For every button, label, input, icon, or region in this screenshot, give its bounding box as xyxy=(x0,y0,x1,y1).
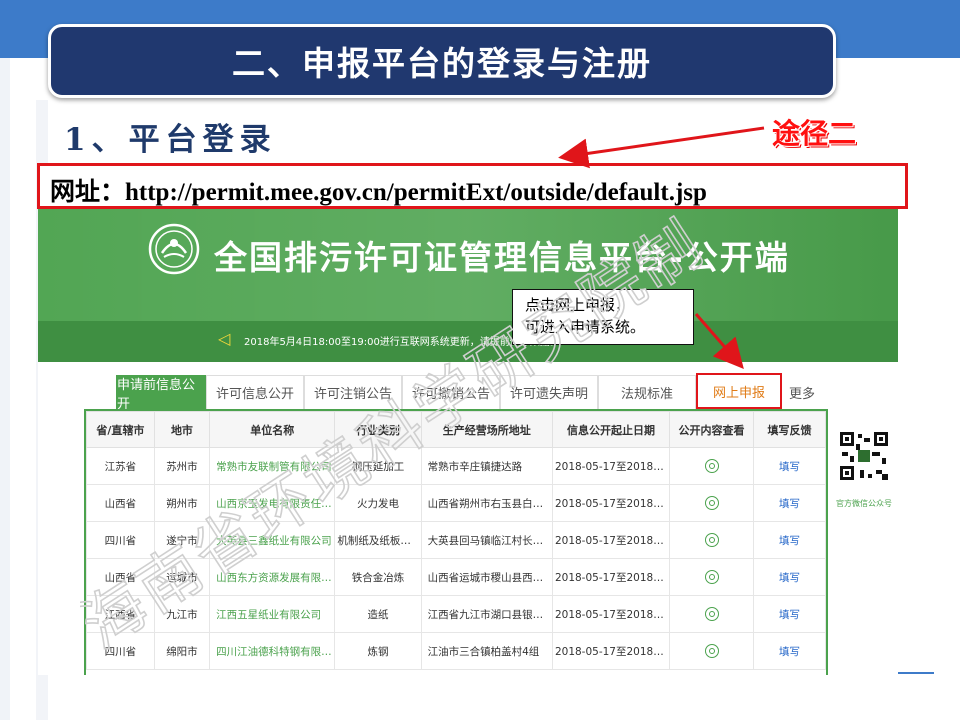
company-link[interactable]: 山西东方资源发展有限公司 xyxy=(209,558,336,596)
table-cell: 朔州市 xyxy=(153,484,211,522)
table-header: 信息公开起止日期 xyxy=(551,411,670,448)
tab-permit-revocation[interactable]: 许可撤销公告 xyxy=(402,375,500,409)
view-content-cell[interactable] xyxy=(668,447,755,485)
table-cell: 江西省 xyxy=(86,595,155,633)
table-cell: 2018-05-17至2018-05-23 xyxy=(551,447,670,485)
site-banner-title: 全国排污许可证管理信息平台-公开端 xyxy=(214,238,790,277)
feedback-link[interactable]: 填写 xyxy=(753,447,826,485)
callout-line-1: 点击网上申报， xyxy=(525,296,631,314)
callout-line-2: 可进入申请系统。 xyxy=(525,318,646,336)
table-cell: 九江市 xyxy=(153,595,211,633)
qr-label: 官方微信公众号 xyxy=(836,499,892,508)
tab-permit-cancellation[interactable]: 许可注销公告 xyxy=(304,375,402,409)
tab-permit-loss[interactable]: 许可遗失声明 xyxy=(500,375,598,409)
qr-code-icon xyxy=(838,430,890,482)
table-header: 省/直辖市 xyxy=(86,411,155,448)
site-screenshot: 全国排污许可证管理信息平台-公开端 ◁ 2018年5月4日18:00至19:00… xyxy=(38,209,898,675)
slide-title: 二、申报平台的登录与注册 xyxy=(48,24,836,98)
company-link[interactable]: 山西京玉发电有限责任公司 xyxy=(209,484,336,522)
site-tabs: 申请前信息公开 许可信息公开 许可注销公告 许可撤销公告 许可遗失声明 法规标准… xyxy=(116,373,822,412)
table-cell: 2018-05-17至2018-05-23 xyxy=(551,484,670,522)
deco-line xyxy=(898,672,934,674)
table-row: 江西省九江市江西五星纸业有限公司造纸江西省九江市湖口县银砂湾工业园2018-05… xyxy=(86,595,826,633)
tab-regulations[interactable]: 法规标准 xyxy=(598,375,696,409)
company-link[interactable]: 四川江油德科特钢有限公司 xyxy=(209,632,336,670)
view-content-cell[interactable] xyxy=(668,595,755,633)
table-cell: 山西省 xyxy=(86,558,155,596)
table-header: 行业类别 xyxy=(334,411,422,448)
table-header: 单位名称 xyxy=(209,411,336,448)
table-header-row: 省/直辖市 地市 单位名称 行业类别 生产经营场所地址 信息公开起止日期 公开内… xyxy=(86,411,826,448)
company-link[interactable]: 江西五星纸业有限公司 xyxy=(209,595,336,633)
company-link[interactable]: 常熟市友联制管有限公司 xyxy=(209,447,336,485)
address-cell: 山西省运城市稷山县西社镇 xyxy=(420,558,553,596)
table-cell: 2018-05-17至2018-05-23 xyxy=(551,521,670,559)
search-icon[interactable] xyxy=(704,459,719,473)
search-icon[interactable] xyxy=(704,570,719,584)
tab-pre-application-disclosure[interactable]: 申请前信息公开 xyxy=(116,375,206,412)
table-row: 山西省 运城市 山西东方资源发展有限公司 铁合金冶炼 山西省运城市稷山县西社镇 2018-… xyxy=(86,558,826,596)
table-header: 地市 xyxy=(153,411,211,448)
table-cell: 遂宁市 xyxy=(153,521,211,559)
speaker-icon: ◁ xyxy=(218,329,231,348)
view-content-cell[interactable] xyxy=(668,632,755,670)
route-arrow xyxy=(558,126,765,169)
view-content-cell[interactable] xyxy=(668,521,755,559)
search-icon[interactable] xyxy=(704,644,719,658)
table-cell: 四川省 xyxy=(86,632,155,670)
table-row: 四川省遂宁市大英县三鑫纸业有限公司机制纸及纸板制造大英县回马镇临江村长江工业园2… xyxy=(86,521,826,559)
table-cell: 造纸 xyxy=(334,595,422,633)
slide-left-margin xyxy=(0,58,10,720)
table-cell: 四川省 xyxy=(86,521,155,559)
table-cell: 炼钢 xyxy=(334,632,422,670)
route-label: 途径二 xyxy=(772,117,857,150)
search-icon[interactable] xyxy=(704,496,719,510)
table-header: 填写反馈 xyxy=(753,411,826,448)
table-row: 四川省 绵阳市 四川江油德科特钢有限公司 炼钢 江油市三合镇柏盖村4组 2018-05-1… xyxy=(86,632,826,670)
slide-subtitle: 1、平台登录 xyxy=(64,122,277,158)
tab-more[interactable]: 更多 xyxy=(782,375,822,409)
table-cell: 2018-05-17至2018-05-23 xyxy=(551,595,670,633)
table-header: 生产经营场所地址 xyxy=(420,411,553,448)
table-cell: 2018-05-17至2018-05-23 xyxy=(551,632,670,670)
table-row: 山西省 朔州市 山西京玉发电有限责任公司 火力发电 山西省朔州市右玉县白头里乡 2018-… xyxy=(86,484,826,522)
address-cell: 山西省朔州市右玉县白头里乡 xyxy=(420,484,553,522)
table-cell: 江苏省 xyxy=(86,447,155,485)
view-content-cell[interactable] xyxy=(668,484,755,522)
site-banner: 全国排污许可证管理信息平台-公开端 ◁ 2018年5月4日18:00至19:00… xyxy=(38,209,898,362)
table-cell: 运城市 xyxy=(153,558,211,596)
feedback-link[interactable]: 填写 xyxy=(753,484,826,522)
tab-permit-disclosure[interactable]: 许可信息公开 xyxy=(206,375,304,409)
address-cell: 江西省九江市湖口县银砂湾工业园 xyxy=(420,595,553,633)
address-cell: 常熟市辛庄镇捷达路 xyxy=(420,447,553,485)
table-cell: 机制纸及纸板制造 xyxy=(334,521,422,559)
address-cell: 江油市三合镇柏盖村4组 xyxy=(420,632,553,670)
table-cell: 2018-05-17至2018-05-23 xyxy=(551,558,670,596)
disclosure-table: 省/直辖市 地市 单位名称 行业类别 生产经营场所地址 信息公开起止日期 公开内… xyxy=(84,409,828,675)
feedback-link[interactable]: 填写 xyxy=(753,521,826,559)
table-header: 公开内容查看 xyxy=(668,411,755,448)
table-cell: 山西省 xyxy=(86,484,155,522)
callout-box: 点击网上申报， 可进入申请系统。 xyxy=(512,289,694,345)
table-row: 江苏省 苏州市 常熟市友联制管有限公司 钢压延加工 常熟市辛庄镇捷达路 2018-05-1… xyxy=(86,447,826,485)
address-cell: 大英县回马镇临江村长江工业园 xyxy=(420,521,553,559)
search-icon[interactable] xyxy=(704,533,719,547)
table-cell: 绵阳市 xyxy=(153,632,211,670)
mee-logo-icon xyxy=(148,223,200,275)
tab-online-application[interactable]: 网上申报 xyxy=(696,373,782,409)
table-cell: 钢压延加工 xyxy=(334,447,422,485)
url-box[interactable]: 网址：http://permit.mee.gov.cn/permitExt/ou… xyxy=(37,163,908,209)
feedback-link[interactable]: 填写 xyxy=(753,558,826,596)
view-content-cell[interactable] xyxy=(668,558,755,596)
feedback-link[interactable]: 填写 xyxy=(753,632,826,670)
company-link[interactable]: 大英县三鑫纸业有限公司 xyxy=(209,521,336,559)
table-cell: 火力发电 xyxy=(334,484,422,522)
table-cell: 铁合金冶炼 xyxy=(334,558,422,596)
search-icon[interactable] xyxy=(704,607,719,621)
feedback-link[interactable]: 填写 xyxy=(753,595,826,633)
table-cell: 苏州市 xyxy=(153,447,211,485)
